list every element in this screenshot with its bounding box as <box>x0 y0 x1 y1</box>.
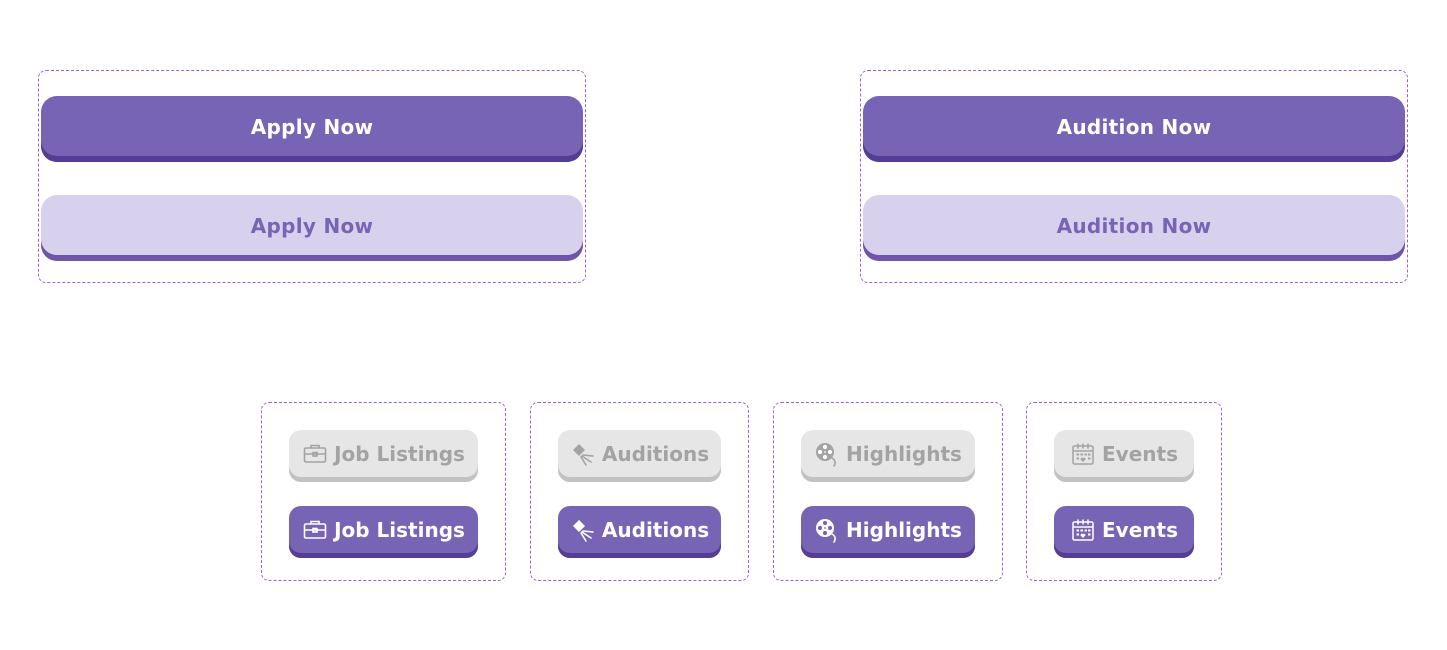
apply-now-primary-button[interactable]: Apply Now <box>41 96 583 162</box>
auditions-pill-label: Auditions <box>601 442 710 466</box>
calendar-icon <box>1070 517 1096 543</box>
events-pill-label: Events <box>1102 518 1178 542</box>
auditions-pill-inactive[interactable]: Auditions <box>558 430 721 482</box>
briefcase-icon <box>302 441 328 467</box>
highlights-pill-inactive[interactable]: Highlights <box>801 430 975 482</box>
job-listings-pill-inactive[interactable]: Job Listings <box>289 430 478 482</box>
highlights-pill-label: Highlights <box>846 518 962 542</box>
events-pill-inactive[interactable]: Events <box>1054 430 1194 482</box>
apply-now-secondary-button[interactable]: Apply Now <box>41 195 583 261</box>
auditions-pill-label: Auditions <box>601 518 710 542</box>
auditions-pill-active[interactable]: Auditions <box>558 506 721 558</box>
job-listings-pill-label: Job Listings <box>334 442 465 466</box>
highlights-pill-active[interactable]: Highlights <box>801 506 975 558</box>
apply-now-primary-label: Apply Now <box>250 115 374 139</box>
audition-now-secondary-button[interactable]: Audition Now <box>863 195 1405 261</box>
job-listings-pill-active[interactable]: Job Listings <box>289 506 478 558</box>
spotlight-icon <box>570 441 596 467</box>
audition-now-primary-button[interactable]: Audition Now <box>863 96 1405 162</box>
audition-now-secondary-label: Audition Now <box>1056 214 1212 238</box>
events-pill-label: Events <box>1102 442 1178 466</box>
spotlight-icon <box>570 517 596 543</box>
job-listings-pill-label: Job Listings <box>334 518 465 542</box>
film-reel-icon <box>814 517 840 543</box>
audition-now-primary-label: Audition Now <box>1056 115 1212 139</box>
film-reel-icon <box>814 441 840 467</box>
briefcase-icon <box>302 517 328 543</box>
apply-now-secondary-label: Apply Now <box>250 214 374 238</box>
highlights-pill-label: Highlights <box>846 442 962 466</box>
calendar-icon <box>1070 441 1096 467</box>
events-pill-active[interactable]: Events <box>1054 506 1194 558</box>
